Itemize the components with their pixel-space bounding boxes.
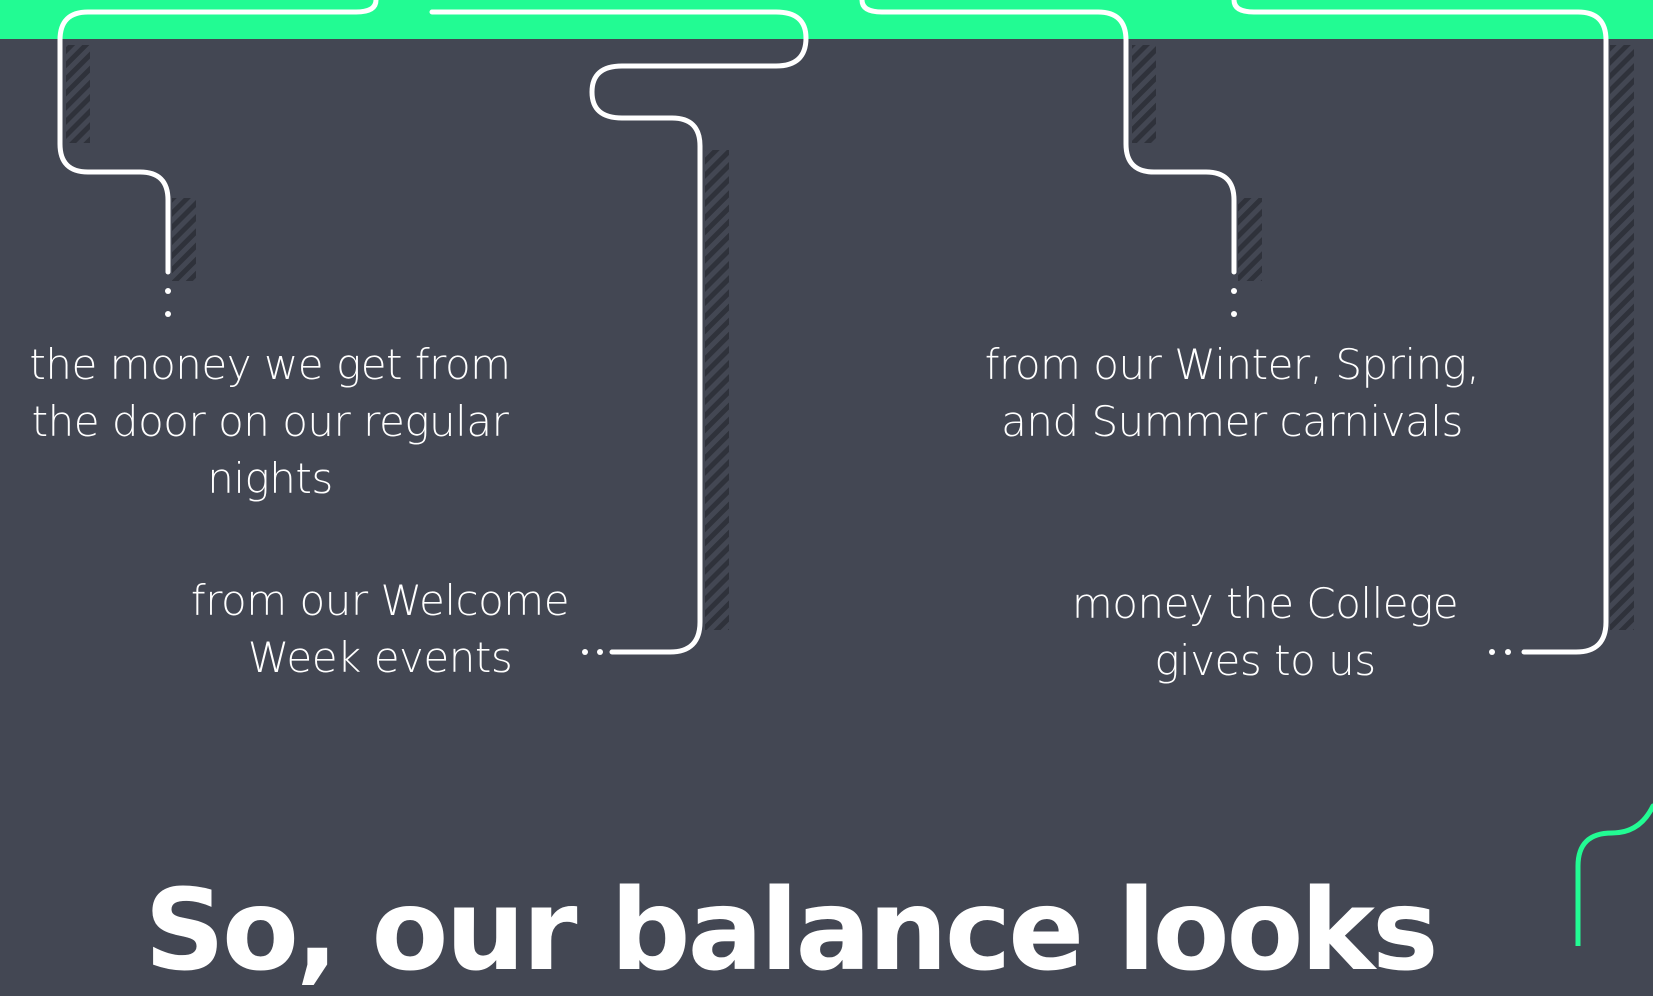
caption-welcome-week: from our Welcome Week events	[190, 576, 570, 682]
hatch-shadow	[1610, 45, 1634, 630]
dot	[165, 311, 171, 317]
connector-welcome	[429, 9, 809, 655]
caption-carnivals: from our Winter, Spring, and Summer carn…	[984, 340, 1480, 446]
dot	[1231, 311, 1237, 317]
dot	[597, 649, 603, 655]
dot	[1231, 288, 1237, 294]
dot	[1489, 649, 1495, 655]
connector-carnival	[859, 0, 1237, 275]
hatch-shadow	[1238, 198, 1262, 281]
caption-door-money: the money we get from the door on our re…	[29, 340, 511, 503]
connector-college	[1231, 0, 1609, 655]
caption-college-money: money the College gives to us	[1071, 579, 1459, 685]
dot	[1505, 649, 1511, 655]
hatch-shadow	[172, 198, 196, 281]
connector-door	[57, 0, 379, 275]
hatch-shadow	[66, 45, 90, 143]
connector-green-lower	[1575, 803, 1653, 946]
balance-headline: So, our balance looks	[144, 866, 1438, 996]
hatch-shadow	[1132, 45, 1156, 143]
dot	[165, 288, 171, 294]
hatch-shadow	[705, 150, 729, 630]
